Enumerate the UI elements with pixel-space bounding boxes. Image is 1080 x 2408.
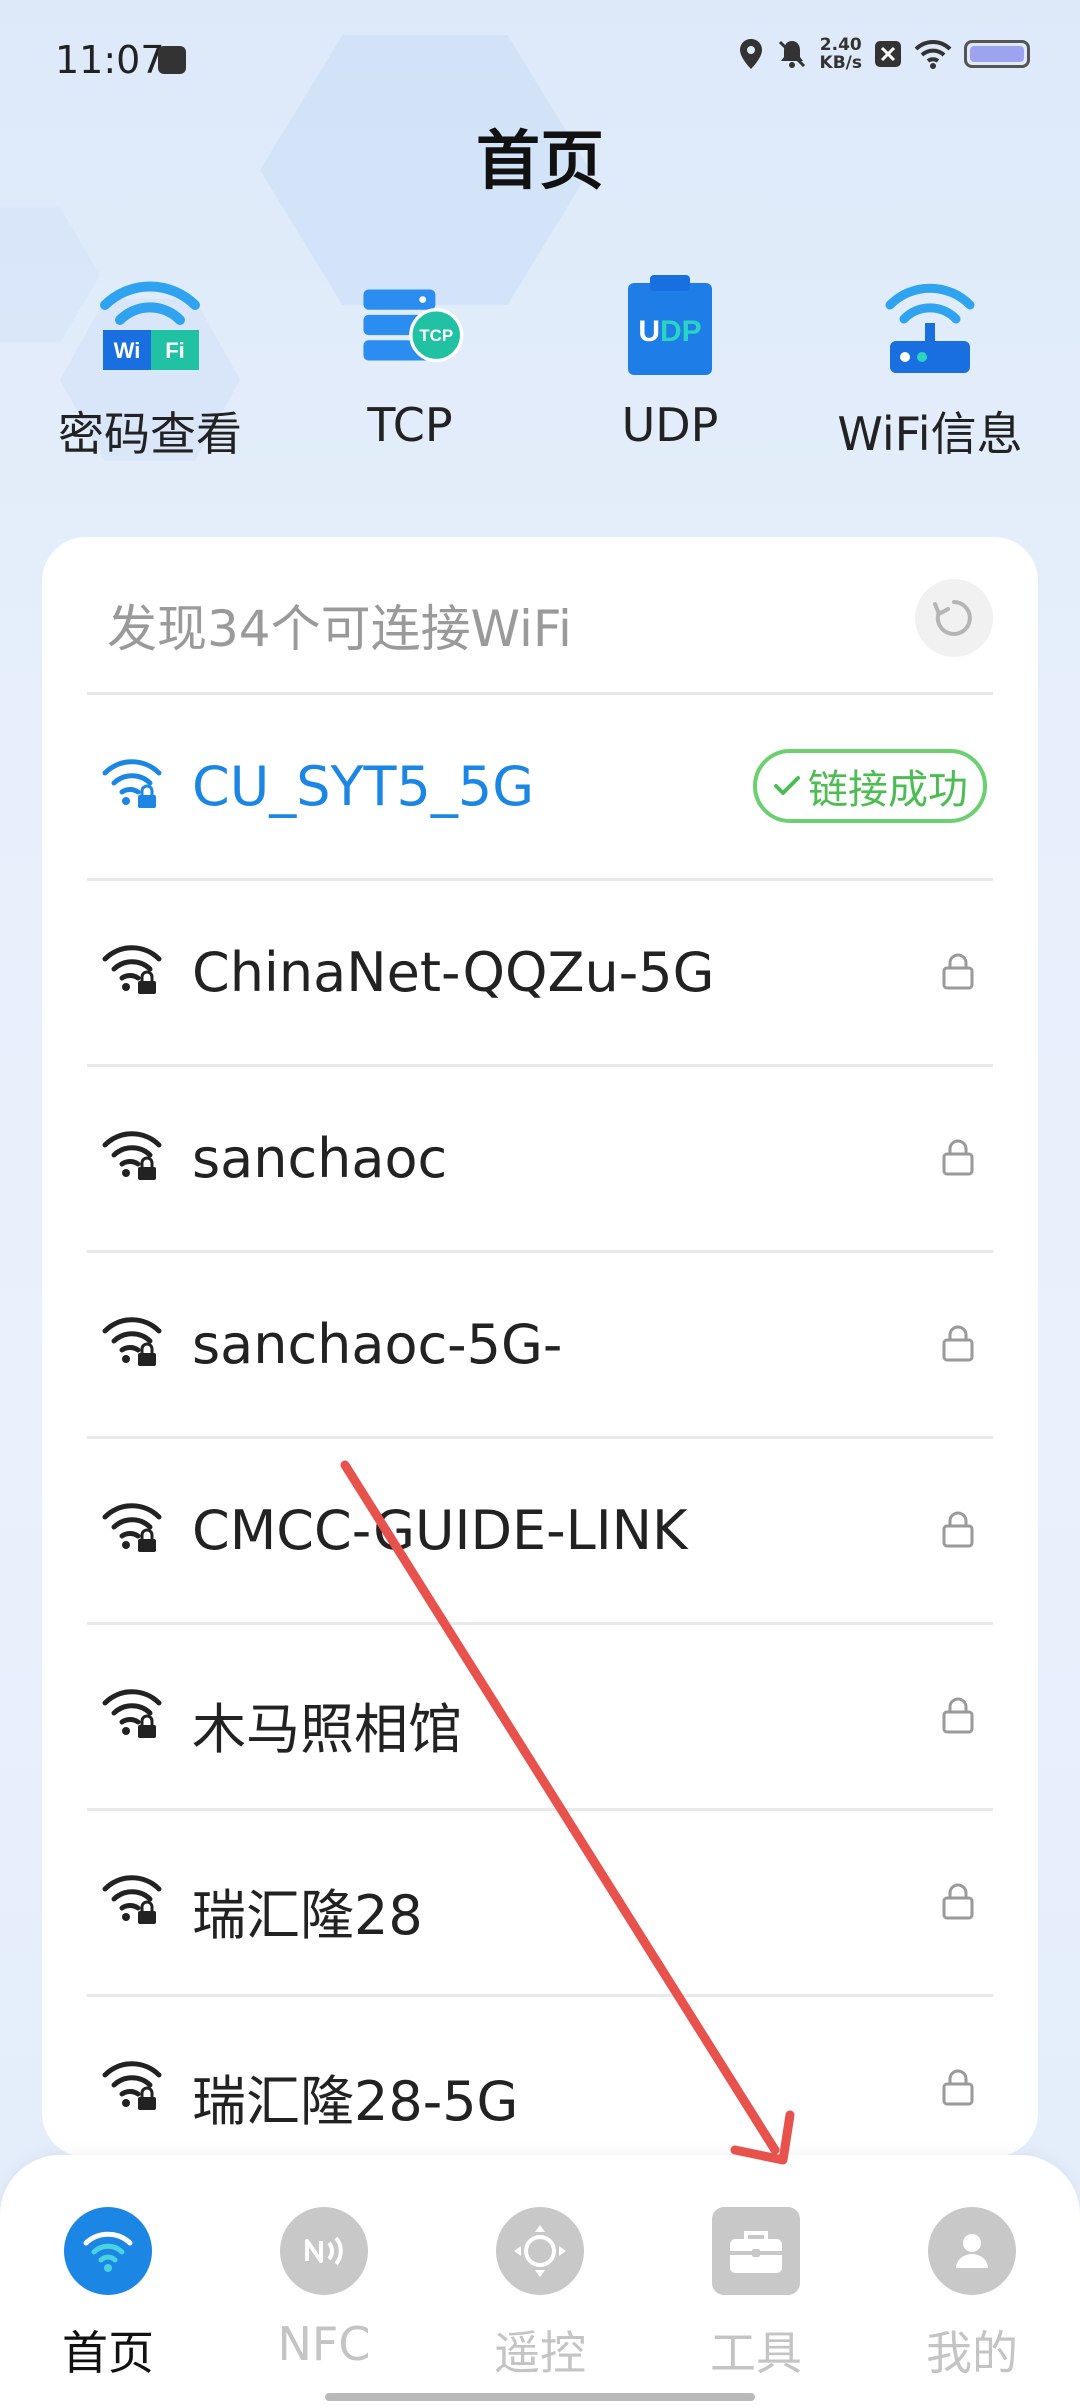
svg-text:TCP: TCP bbox=[419, 326, 453, 345]
lock-icon bbox=[942, 1325, 974, 1362]
status-time: 11:07 bbox=[55, 38, 165, 82]
wifi-lock-icon bbox=[102, 945, 162, 994]
wifi-ssid: 瑞汇隆28-5G bbox=[192, 2070, 519, 2133]
svg-text:UDP: UDP bbox=[638, 315, 701, 348]
wifi-lock-icon bbox=[102, 1875, 162, 1924]
wifi-signal-icon bbox=[914, 39, 952, 69]
nfc-icon bbox=[280, 2207, 368, 2295]
wifi-ssid: 木马照相馆 bbox=[192, 1698, 462, 1761]
nav-label: 工具 bbox=[710, 2326, 802, 2380]
location-icon bbox=[739, 39, 762, 69]
wifi-network-row[interactable]: ChinaNet-QQZu-5G bbox=[87, 881, 993, 1067]
lock-icon bbox=[942, 1511, 974, 1548]
quick-tool-udp[interactable]: UDP UDP bbox=[555, 270, 785, 464]
page-title: 首页 bbox=[476, 125, 604, 199]
network-speed: 2.40 KB/s bbox=[820, 36, 862, 72]
wifi-network-row[interactable]: 木马照相馆 bbox=[87, 1625, 993, 1811]
connected-badge: 链接成功 bbox=[753, 749, 987, 823]
wifi-lock-icon bbox=[102, 1131, 162, 1180]
quick-tool-tcp[interactable]: TCP TCP bbox=[295, 270, 525, 464]
svg-text:Wi: Wi bbox=[114, 338, 141, 363]
wifi-network-row[interactable]: sanchaoc bbox=[87, 1067, 993, 1253]
check-icon bbox=[774, 776, 800, 795]
wifi-list-card: 发现34个可连接WiFi CU_SYT5_5G 链接成功 ChinaNet-QQ… bbox=[42, 537, 1038, 2157]
lock-icon bbox=[942, 2069, 974, 2106]
quick-tool-wifi-info[interactable]: WiFi信息 bbox=[815, 270, 1045, 464]
wifi-count-text: 发现34个可连接WiFi bbox=[107, 600, 572, 658]
wifi-ssid: sanchaoc bbox=[192, 1127, 448, 1190]
wifi-home-icon bbox=[64, 2207, 152, 2295]
wifi-lock-icon bbox=[102, 1503, 162, 1552]
mute-bell-icon bbox=[778, 40, 805, 68]
svg-text:Fi: Fi bbox=[165, 338, 185, 363]
wifi-ssid: ChinaNet-QQZu-5G bbox=[192, 941, 715, 1004]
quick-tools: Wi Fi 密码查看 TCP TCP UDP UDP WiFi信息 bbox=[0, 270, 1080, 464]
wifi-network-row[interactable]: 瑞汇隆28-5G bbox=[87, 1997, 993, 2157]
wifi-lock-icon bbox=[102, 1317, 162, 1366]
refresh-icon bbox=[933, 600, 972, 636]
nav-label: NFC bbox=[277, 2317, 371, 2371]
nav-tools[interactable]: 工具 bbox=[656, 2155, 856, 2408]
nav-label: 首页 bbox=[62, 2326, 154, 2380]
quick-tool-label: TCP bbox=[367, 398, 453, 452]
nav-home[interactable]: 首页 bbox=[8, 2155, 208, 2408]
wifi-network-row[interactable]: 瑞汇隆28 bbox=[87, 1811, 993, 1997]
wifi-lock-icon bbox=[102, 2061, 162, 2110]
wifi-ssid: CMCC-GUIDE-LINK bbox=[192, 1499, 688, 1562]
wifi-list-header: 发现34个可连接WiFi bbox=[87, 537, 993, 695]
speed-unit: KB/s bbox=[819, 53, 862, 73]
wifi-ssid: CU_SYT5_5G bbox=[192, 755, 535, 818]
message-notification-icon bbox=[158, 46, 186, 74]
connected-badge-text: 链接成功 bbox=[808, 767, 968, 813]
status-bar: 11:07 2.40 KB/s bbox=[0, 0, 1080, 125]
nav-label: 遥控 bbox=[494, 2326, 586, 2380]
wifi-password-icon: Wi Fi bbox=[95, 270, 205, 380]
wifi-ssid: 瑞汇隆28 bbox=[192, 1884, 423, 1947]
lock-icon bbox=[942, 953, 974, 990]
remote-control-icon bbox=[496, 2207, 584, 2295]
wifi-network-row[interactable]: sanchaoc-5G- bbox=[87, 1253, 993, 1439]
toolbox-icon bbox=[712, 2207, 800, 2295]
udp-clipboard-icon: UDP bbox=[615, 270, 725, 380]
lock-icon bbox=[942, 1883, 974, 1920]
nav-label: 我的 bbox=[926, 2326, 1018, 2380]
quick-tool-label: 密码查看 bbox=[58, 407, 242, 461]
bottom-nav: 首页 NFC 遥控 工具 我的 bbox=[0, 2155, 1080, 2408]
wifi-network-row[interactable]: CU_SYT5_5G 链接成功 bbox=[87, 695, 993, 881]
quick-tool-label: UDP bbox=[621, 398, 719, 452]
lock-icon bbox=[942, 1697, 974, 1734]
wifi-lock-icon bbox=[102, 759, 162, 808]
sim-blocked-icon bbox=[875, 41, 901, 67]
nav-remote[interactable]: 遥控 bbox=[440, 2155, 640, 2408]
quick-tool-password[interactable]: Wi Fi 密码查看 bbox=[35, 270, 265, 464]
nav-nfc[interactable]: NFC bbox=[224, 2155, 424, 2408]
wifi-network-row[interactable]: CMCC-GUIDE-LINK bbox=[87, 1439, 993, 1625]
refresh-button[interactable] bbox=[915, 579, 993, 657]
lock-icon bbox=[942, 1139, 974, 1176]
quick-tool-label: WiFi信息 bbox=[837, 407, 1023, 461]
speed-value: 2.40 bbox=[819, 35, 862, 55]
tcp-server-icon: TCP bbox=[355, 270, 465, 380]
wifi-lock-icon bbox=[102, 1689, 162, 1738]
home-indicator bbox=[325, 2393, 755, 2401]
nav-mine[interactable]: 我的 bbox=[872, 2155, 1072, 2408]
status-icons: 2.40 KB/s bbox=[738, 36, 1030, 72]
user-icon bbox=[928, 2207, 1016, 2295]
wifi-ssid: sanchaoc-5G- bbox=[192, 1313, 563, 1376]
battery-icon bbox=[964, 40, 1030, 68]
router-icon bbox=[875, 270, 985, 380]
